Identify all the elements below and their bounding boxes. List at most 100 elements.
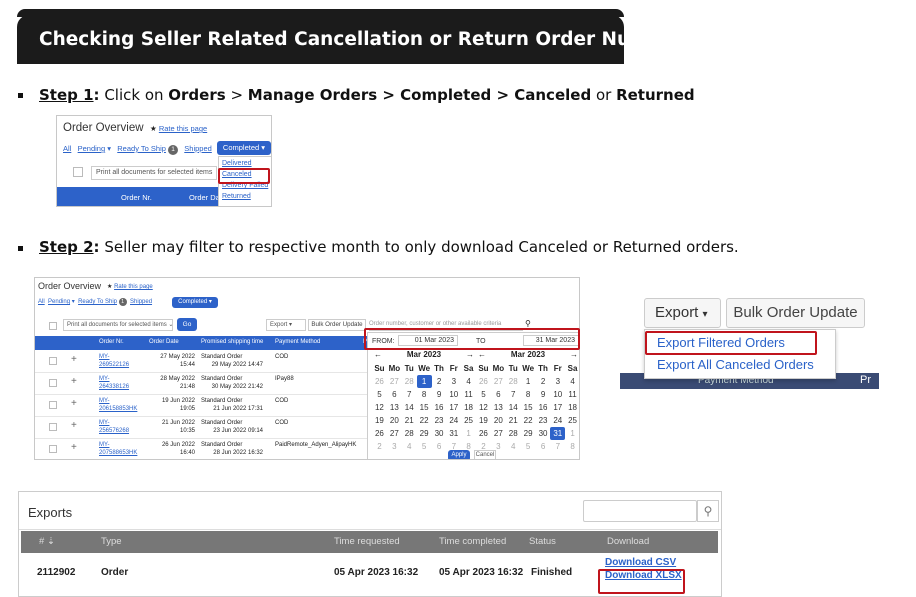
calendar-day[interactable]: 15: [417, 401, 432, 414]
calendar-day[interactable]: 6: [432, 440, 447, 453]
calendar-day[interactable]: 2: [536, 375, 551, 388]
calendar-day[interactable]: 13: [387, 401, 402, 414]
calendar-day[interactable]: 3: [387, 440, 402, 453]
calendar-day[interactable]: 19: [476, 414, 491, 427]
calendar-day[interactable]: 12: [476, 401, 491, 414]
calendar-day[interactable]: 10: [446, 388, 461, 401]
tab-shipped[interactable]: Shipped: [184, 144, 212, 153]
calendar-day[interactable]: 1: [416, 375, 432, 388]
row-checkbox[interactable]: [49, 401, 57, 409]
calendar-day[interactable]: 27: [387, 427, 402, 440]
calendar-day[interactable]: 7: [402, 388, 417, 401]
calendar-day[interactable]: 30: [432, 427, 447, 440]
tab-all[interactable]: All: [38, 299, 45, 305]
order-number[interactable]: 207588653HK: [99, 450, 137, 456]
row-checkbox[interactable]: [49, 357, 57, 365]
calendar-day[interactable]: 8: [521, 388, 536, 401]
calendar-day[interactable]: 26: [372, 375, 387, 388]
calendar-day[interactable]: 30: [536, 427, 551, 440]
calendar-day[interactable]: 21: [506, 414, 521, 427]
calendar-day[interactable]: 24: [550, 414, 565, 427]
calendar-day[interactable]: 28: [506, 427, 521, 440]
order-number-prefix[interactable]: MY-: [99, 354, 109, 360]
calendar-day[interactable]: 27: [491, 375, 506, 388]
calendar-day[interactable]: 25: [461, 414, 476, 427]
calendar-day[interactable]: 17: [446, 401, 461, 414]
expand-icon[interactable]: +: [71, 398, 77, 409]
calendar-day[interactable]: 25: [565, 414, 579, 427]
calendar-day[interactable]: 4: [506, 440, 521, 453]
prev-month-icon[interactable]: ←: [374, 350, 382, 359]
calendar-day[interactable]: 21: [402, 414, 417, 427]
order-number[interactable]: 264338126: [99, 384, 129, 390]
row-checkbox[interactable]: [49, 423, 57, 431]
calendar-day[interactable]: 4: [565, 375, 579, 388]
calendar-day[interactable]: 4: [461, 375, 476, 388]
apply-button[interactable]: Apply: [448, 450, 470, 459]
bulk-order-update-button[interactable]: Bulk Order Update: [308, 319, 366, 331]
calendar-day[interactable]: 16: [536, 401, 551, 414]
calendar-day[interactable]: 8: [565, 440, 579, 453]
tab-pending[interactable]: Pending: [48, 299, 70, 305]
calendar-day[interactable]: 5: [476, 388, 491, 401]
calendar-day[interactable]: 15: [521, 401, 536, 414]
rate-link[interactable]: ★ Rate this page: [107, 283, 153, 290]
rate-link[interactable]: ★ Rate this page: [150, 124, 207, 133]
calendar-day[interactable]: 18: [565, 401, 579, 414]
calendar-day[interactable]: 6: [387, 388, 402, 401]
calendar-day[interactable]: 13: [491, 401, 506, 414]
calendar-day[interactable]: 16: [432, 401, 447, 414]
calendar-day[interactable]: 28: [402, 427, 417, 440]
next-month-icon[interactable]: →: [570, 350, 578, 359]
row-checkbox[interactable]: [49, 445, 57, 453]
calendar-day[interactable]: 2: [432, 375, 447, 388]
calendar-day[interactable]: 27: [491, 427, 506, 440]
calendar-day[interactable]: 29: [521, 427, 536, 440]
calendar-day[interactable]: 20: [387, 414, 402, 427]
calendar-day[interactable]: 11: [461, 388, 476, 401]
calendar-day[interactable]: 2: [372, 440, 387, 453]
select-all-checkbox[interactable]: [73, 167, 83, 177]
calendar-day[interactable]: 24: [446, 414, 461, 427]
calendar-day[interactable]: 23: [536, 414, 551, 427]
calendar-day[interactable]: 20: [491, 414, 506, 427]
go-button[interactable]: Go: [177, 318, 197, 331]
calendar-day[interactable]: 28: [402, 375, 417, 388]
order-number-prefix[interactable]: MY-: [99, 420, 109, 426]
calendar-day[interactable]: 6: [491, 388, 506, 401]
calendar-day[interactable]: 17: [550, 401, 565, 414]
select-all-checkbox[interactable]: [49, 322, 57, 330]
calendar-day[interactable]: 31: [550, 427, 566, 440]
calendar-day[interactable]: 1: [565, 427, 579, 440]
order-number-prefix[interactable]: MY-: [99, 376, 109, 382]
print-select[interactable]: Print all documents for selected items: [91, 166, 217, 180]
export-button[interactable]: Export ▾: [644, 298, 721, 328]
calendar-day[interactable]: 19: [372, 414, 387, 427]
calendar-day[interactable]: 1: [521, 375, 536, 388]
bulk-order-update-button[interactable]: Bulk Order Update: [726, 298, 865, 328]
exports-search-input[interactable]: [583, 500, 697, 522]
tab-all[interactable]: All: [63, 144, 71, 153]
calendar-day[interactable]: 26: [372, 427, 387, 440]
calendar-day[interactable]: 9: [432, 388, 447, 401]
calendar-day[interactable]: 5: [417, 440, 432, 453]
menu-returned[interactable]: Returned: [222, 193, 251, 200]
menu-delivered[interactable]: Delivered: [222, 160, 252, 167]
cancel-button[interactable]: Cancel: [474, 450, 496, 459]
tab-ready-to-ship[interactable]: Ready To Ship: [78, 299, 117, 305]
calendar-day[interactable]: 8: [417, 388, 432, 401]
calendar-day[interactable]: 7: [506, 388, 521, 401]
calendar-day[interactable]: 3: [550, 375, 565, 388]
calendar-day[interactable]: 14: [402, 401, 417, 414]
tab-pending[interactable]: Pending: [78, 144, 106, 153]
calendar-day[interactable]: 26: [476, 427, 491, 440]
tab-ready-to-ship[interactable]: Ready To Ship: [117, 144, 166, 153]
search-icon[interactable]: ⚲: [697, 500, 719, 522]
export-all-canceled-orders[interactable]: Export All Canceled Orders: [657, 357, 814, 372]
calendar-day[interactable]: 18: [461, 401, 476, 414]
expand-icon[interactable]: +: [71, 442, 77, 453]
calendar-day[interactable]: 22: [417, 414, 432, 427]
calendar-day[interactable]: 9: [536, 388, 551, 401]
download-csv-link[interactable]: Download CSV: [605, 557, 676, 568]
calendar-day[interactable]: 4: [402, 440, 417, 453]
